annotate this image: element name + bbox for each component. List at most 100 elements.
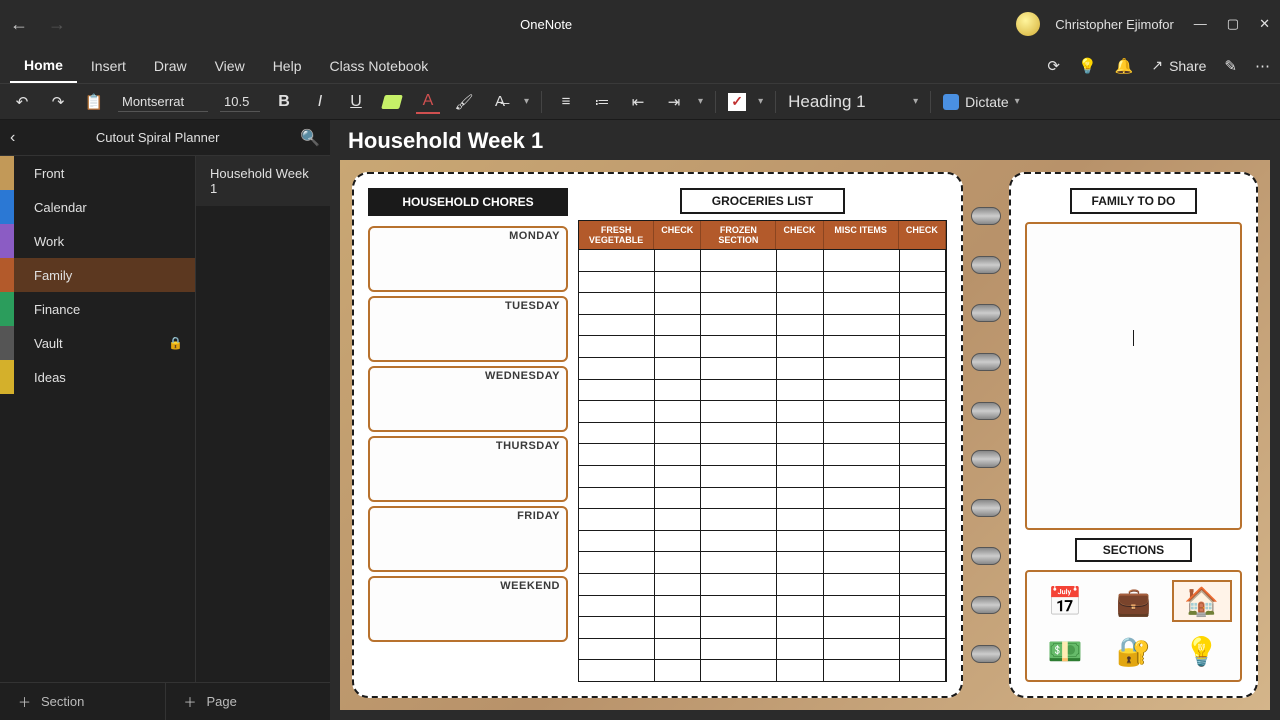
- groceries-table[interactable]: FRESH VEGETABLE CHECK FROZEN SECTION CHE…: [578, 220, 947, 682]
- table-cell[interactable]: [701, 639, 777, 660]
- table-cell[interactable]: [900, 552, 946, 573]
- close-button[interactable]: ✕: [1259, 16, 1270, 32]
- table-cell[interactable]: [701, 509, 777, 530]
- section-front[interactable]: Front: [0, 156, 195, 190]
- font-color-button[interactable]: A: [416, 90, 440, 114]
- share-button[interactable]: ↗ Share: [1151, 57, 1206, 74]
- table-row[interactable]: [579, 573, 946, 595]
- table-row[interactable]: [579, 292, 946, 314]
- table-row[interactable]: [579, 638, 946, 660]
- table-cell[interactable]: [824, 315, 900, 336]
- table-cell[interactable]: [701, 466, 777, 487]
- table-cell[interactable]: [655, 660, 701, 681]
- table-cell[interactable]: [655, 639, 701, 660]
- section-ideas[interactable]: Ideas: [0, 360, 195, 394]
- table-cell[interactable]: [900, 617, 946, 638]
- table-cell[interactable]: [824, 250, 900, 271]
- table-cell[interactable]: [777, 574, 823, 595]
- table-cell[interactable]: [777, 509, 823, 530]
- table-row[interactable]: [579, 595, 946, 617]
- table-cell[interactable]: [701, 423, 777, 444]
- table-cell[interactable]: [655, 617, 701, 638]
- table-cell[interactable]: [701, 380, 777, 401]
- table-cell[interactable]: [655, 358, 701, 379]
- tab-home[interactable]: Home: [10, 49, 77, 83]
- table-cell[interactable]: [579, 444, 655, 465]
- paragraph-more-chevron[interactable]: ▾: [698, 96, 703, 107]
- table-cell[interactable]: [777, 293, 823, 314]
- day-box-weekend[interactable]: WEEKEND: [368, 576, 568, 642]
- table-cell[interactable]: [579, 293, 655, 314]
- planner-canvas[interactable]: HOUSEHOLD CHORES MONDAY TUESDAY WEDNESDA…: [340, 160, 1270, 710]
- table-row[interactable]: [579, 659, 946, 681]
- table-cell[interactable]: [579, 358, 655, 379]
- table-cell[interactable]: [655, 336, 701, 357]
- table-cell[interactable]: [900, 574, 946, 595]
- table-cell[interactable]: [655, 596, 701, 617]
- table-cell[interactable]: [824, 380, 900, 401]
- nav-vault-icon[interactable]: 🔐: [1103, 630, 1163, 672]
- table-cell[interactable]: [777, 336, 823, 357]
- table-cell[interactable]: [655, 250, 701, 271]
- table-cell[interactable]: [579, 336, 655, 357]
- bullet-list-button[interactable]: ≡: [554, 90, 578, 114]
- page-title[interactable]: Household Week 1: [348, 128, 1262, 154]
- user-avatar[interactable]: [1016, 12, 1040, 36]
- table-cell[interactable]: [824, 272, 900, 293]
- table-cell[interactable]: [777, 272, 823, 293]
- sync-icon[interactable]: ⟳: [1047, 57, 1060, 75]
- nav-briefcase-icon[interactable]: 💼: [1103, 580, 1163, 622]
- table-row[interactable]: [579, 335, 946, 357]
- table-cell[interactable]: [824, 358, 900, 379]
- table-cell[interactable]: [777, 250, 823, 271]
- table-cell[interactable]: [655, 315, 701, 336]
- table-cell[interactable]: [655, 380, 701, 401]
- table-cell[interactable]: [777, 531, 823, 552]
- add-page-button[interactable]: ＋Page: [166, 683, 331, 720]
- table-row[interactable]: [579, 443, 946, 465]
- table-row[interactable]: [579, 400, 946, 422]
- underline-button[interactable]: U: [344, 90, 368, 114]
- add-section-button[interactable]: ＋Section: [0, 683, 166, 720]
- table-cell[interactable]: [900, 660, 946, 681]
- table-cell[interactable]: [777, 315, 823, 336]
- table-cell[interactable]: [900, 380, 946, 401]
- table-row[interactable]: [579, 530, 946, 552]
- table-row[interactable]: [579, 508, 946, 530]
- bell-icon[interactable]: 🔔: [1115, 57, 1134, 75]
- italic-button[interactable]: I: [308, 90, 332, 114]
- table-cell[interactable]: [777, 617, 823, 638]
- paste-button[interactable]: 📋: [82, 90, 106, 114]
- table-cell[interactable]: [701, 574, 777, 595]
- table-cell[interactable]: [900, 444, 946, 465]
- day-box-monday[interactable]: MONDAY: [368, 226, 568, 292]
- table-cell[interactable]: [824, 423, 900, 444]
- table-cell[interactable]: [655, 401, 701, 422]
- tab-class-notebook[interactable]: Class Notebook: [315, 50, 442, 82]
- table-cell[interactable]: [777, 423, 823, 444]
- table-cell[interactable]: [900, 250, 946, 271]
- section-family[interactable]: Family: [0, 258, 195, 292]
- table-cell[interactable]: [900, 509, 946, 530]
- table-cell[interactable]: [824, 336, 900, 357]
- table-cell[interactable]: [701, 531, 777, 552]
- table-cell[interactable]: [579, 250, 655, 271]
- table-cell[interactable]: [579, 401, 655, 422]
- section-work[interactable]: Work: [0, 224, 195, 258]
- table-cell[interactable]: [900, 401, 946, 422]
- bold-button[interactable]: B: [272, 90, 296, 114]
- table-cell[interactable]: [701, 272, 777, 293]
- table-cell[interactable]: [579, 488, 655, 509]
- table-row[interactable]: [579, 422, 946, 444]
- table-cell[interactable]: [777, 466, 823, 487]
- table-cell[interactable]: [701, 358, 777, 379]
- tab-insert[interactable]: Insert: [77, 50, 140, 82]
- day-box-friday[interactable]: FRIDAY: [368, 506, 568, 572]
- dictate-button[interactable]: Dictate ▾: [943, 94, 1020, 110]
- table-cell[interactable]: [579, 315, 655, 336]
- table-row[interactable]: [579, 314, 946, 336]
- number-list-button[interactable]: ≔: [590, 90, 614, 114]
- table-cell[interactable]: [777, 488, 823, 509]
- table-row[interactable]: [579, 249, 946, 271]
- section-calendar[interactable]: Calendar: [0, 190, 195, 224]
